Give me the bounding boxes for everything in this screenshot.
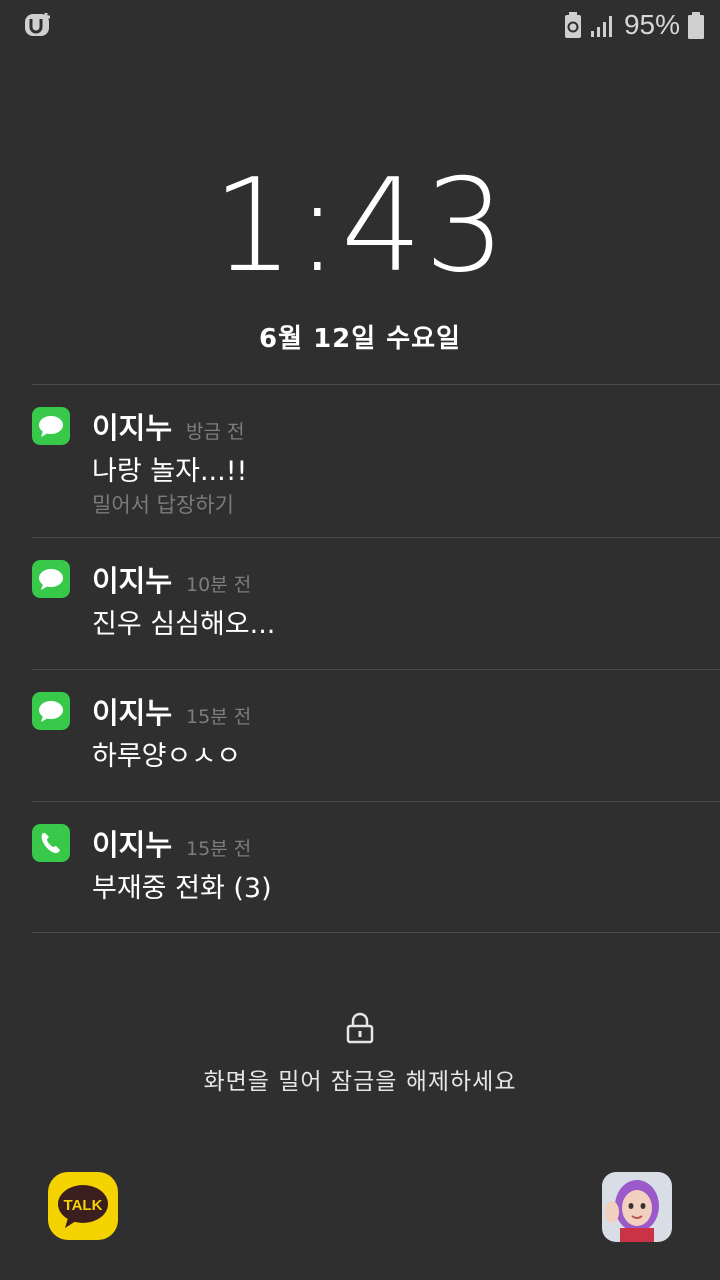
lock-icon bbox=[346, 1012, 374, 1044]
notification-list: 이지누 방금 전 나랑 놀자...!! 밀어서 답장하기 이지누 10분 전 진우 … bbox=[32, 384, 720, 933]
message-icon bbox=[32, 407, 70, 445]
divider bbox=[32, 932, 720, 933]
status-bar: 95% bbox=[0, 0, 720, 50]
notification-time: 방금 전 bbox=[186, 421, 245, 443]
notification-sender: 이지누 15분 전 bbox=[92, 828, 252, 862]
notification-message: 나랑 놀자...!! bbox=[92, 456, 248, 487]
signal-icon bbox=[590, 16, 612, 37]
lockscreen-date: 6월 12일 수요일 bbox=[259, 324, 461, 354]
swipe-reply-hint: 밀어서 답장하기 bbox=[92, 493, 234, 517]
notification-message: 부재중 전화 (3) bbox=[92, 873, 272, 904]
notification-sender: 이지누 방금 전 bbox=[92, 411, 245, 445]
battery-saver-icon bbox=[564, 12, 581, 38]
battery-icon bbox=[688, 11, 704, 39]
notification-item[interactable]: 이지누 15분 전 부재중 전화 (3) bbox=[32, 802, 720, 932]
phone-icon bbox=[32, 824, 70, 862]
lockscreen-clock: 1:43 bbox=[212, 152, 508, 301]
avatar-icon[interactable] bbox=[602, 1172, 672, 1242]
notification-item[interactable]: 이지누 15분 전 하루양ㅇㅅㅇ bbox=[32, 670, 720, 801]
lgu-plus-icon bbox=[25, 13, 50, 36]
message-icon bbox=[32, 692, 70, 730]
notification-time: 15분 전 bbox=[186, 838, 252, 860]
notification-message: 진우 심심해오... bbox=[92, 609, 276, 640]
talk-label: TALK bbox=[64, 1197, 103, 1214]
message-icon bbox=[32, 560, 70, 598]
unlock-hint: 화면을 밀어 잠금을 해제하세요 bbox=[203, 1069, 517, 1095]
notification-sender: 이지누 10분 전 bbox=[92, 564, 252, 598]
notification-item[interactable]: 이지누 10분 전 진우 심심해오... bbox=[32, 538, 720, 669]
battery-percent: 95% bbox=[623, 9, 680, 40]
notification-time: 10분 전 bbox=[186, 574, 252, 596]
notification-sender: 이지누 15분 전 bbox=[92, 696, 252, 730]
notification-time: 15분 전 bbox=[186, 706, 252, 728]
notification-message: 하루양ㅇㅅㅇ bbox=[92, 741, 242, 772]
notification-item[interactable]: 이지누 방금 전 나랑 놀자...!! 밀어서 답장하기 bbox=[32, 385, 720, 537]
kakaotalk-icon[interactable]: TALK bbox=[48, 1172, 118, 1240]
